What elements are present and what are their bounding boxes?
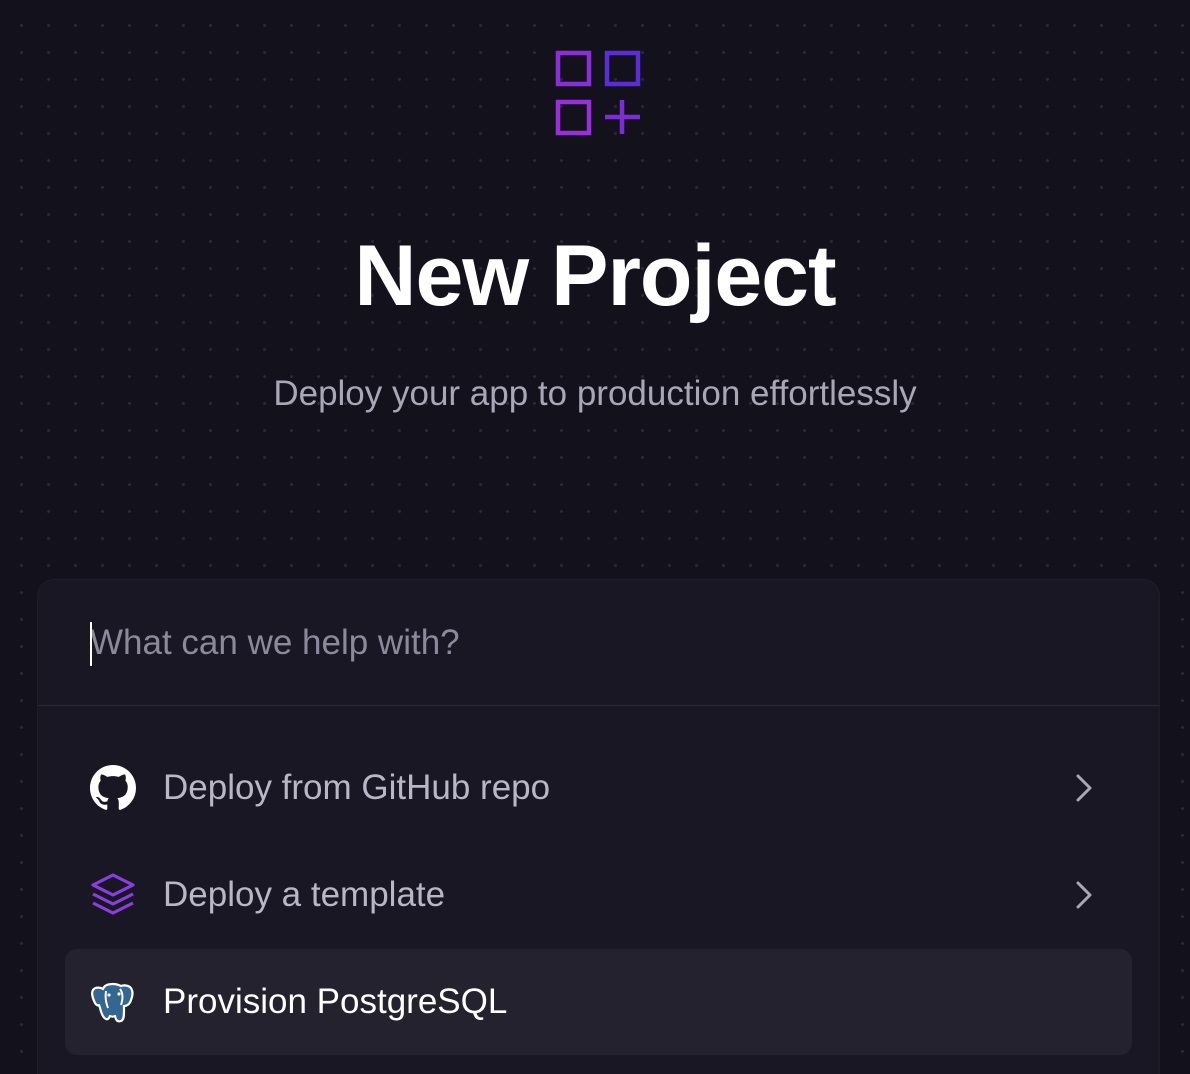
layers-icon (90, 872, 136, 918)
option-deploy-github[interactable]: Deploy from GitHub repo (65, 735, 1132, 841)
page-subtitle: Deploy your app to production effortless… (273, 374, 917, 413)
github-icon (90, 765, 136, 811)
command-panel: Deploy from GitHub repo Deploy a templat… (38, 580, 1159, 1074)
text-caret (90, 622, 92, 666)
search-input[interactable] (90, 616, 1090, 670)
search-row (38, 580, 1159, 706)
page-title: New Project (354, 228, 836, 324)
option-label: Provision PostgreSQL (163, 982, 508, 1021)
option-deploy-template[interactable]: Deploy a template (65, 842, 1132, 948)
postgresql-icon (90, 979, 136, 1025)
chevron-right-icon (1076, 881, 1092, 909)
chevron-right-icon (1076, 774, 1092, 802)
option-label: Deploy a template (163, 875, 446, 914)
option-label: Deploy from GitHub repo (163, 768, 551, 807)
grid-plus-icon (555, 50, 641, 136)
option-provision-postgresql[interactable]: Provision PostgreSQL (65, 949, 1132, 1055)
